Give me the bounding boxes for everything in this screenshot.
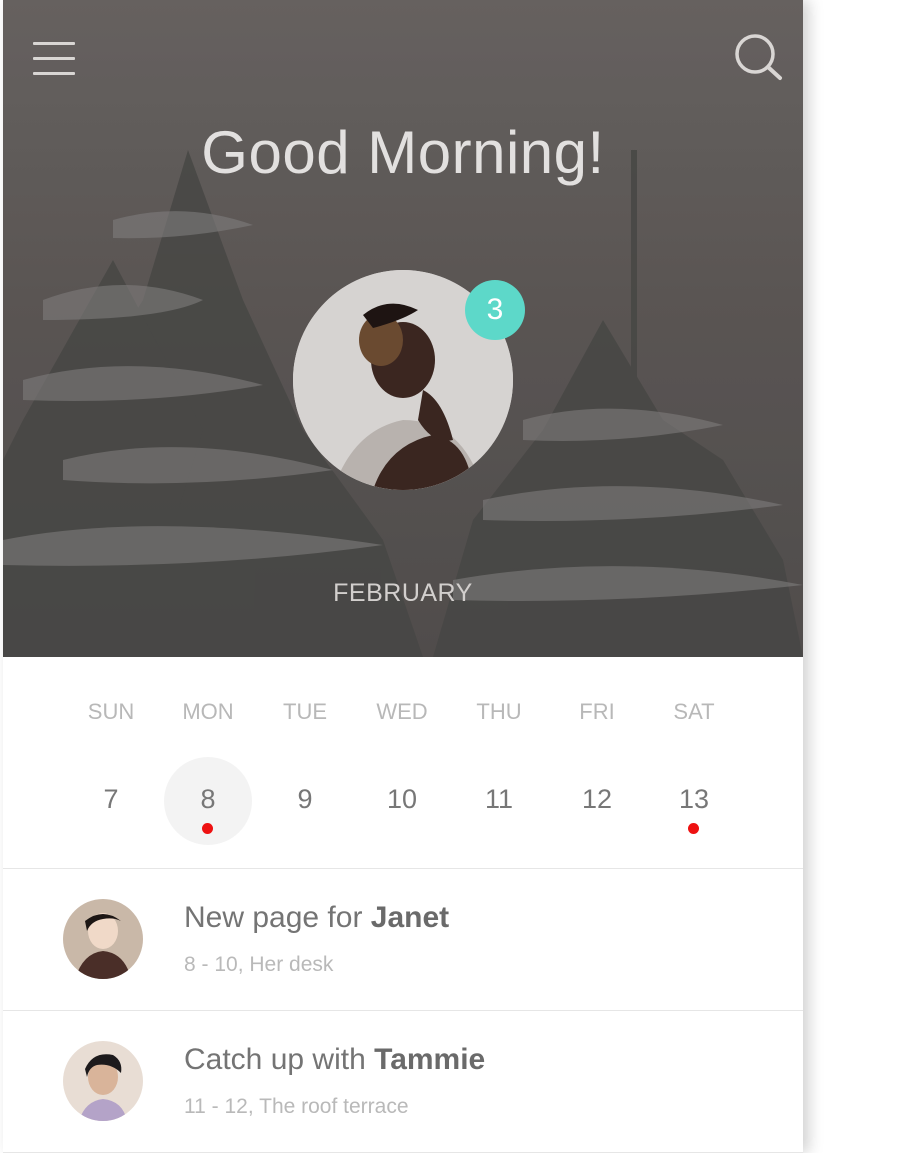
weekday-label-sun: SUN [87, 699, 135, 724]
calendar-day[interactable]: 12 [553, 757, 641, 845]
weekday-label-wed: WED [376, 699, 428, 724]
day-number: 8 [200, 784, 216, 814]
calendar-day[interactable]: 7 [67, 757, 155, 845]
weekday-label-thu: THU [476, 699, 522, 724]
event-title: Catch up with Tammie [184, 1043, 485, 1077]
month-label: FEBRUARY [333, 579, 473, 607]
event-title: New page for Janet [184, 901, 449, 935]
day-number: 13 [678, 784, 710, 814]
calendar-day[interactable]: 9 [261, 757, 349, 845]
weekday-label-tue: TUE [283, 699, 327, 724]
event-detail: 11 - 12, The roof terrace [184, 1095, 409, 1118]
event-list-item[interactable]: Catch up with Tammie 11 - 12, The roof t… [3, 1011, 803, 1152]
weekday-label-fri: FRI [579, 699, 615, 724]
event-title-prefix: New page for [184, 901, 371, 934]
day-number: 9 [297, 784, 313, 814]
calendar-day[interactable]: 11 [455, 757, 543, 845]
hamburger-menu-icon[interactable] [33, 40, 75, 76]
event-indicator-dot [688, 823, 699, 834]
app-screen: Good Morning! 3 FEBRUARY SUN MON TUE WED [3, 0, 803, 1153]
calendar-day[interactable]: 10 [358, 757, 446, 845]
event-title-prefix: Catch up with [184, 1043, 375, 1076]
search-icon[interactable] [733, 32, 783, 82]
weekday-label-sat: SAT [673, 699, 715, 724]
event-indicator-dot [202, 823, 213, 834]
weekday-label-mon: MON [182, 699, 234, 724]
event-avatar-tammie [63, 1041, 143, 1121]
day-number: 7 [103, 784, 119, 814]
event-avatar-janet [63, 899, 143, 979]
header-hero: Good Morning! 3 FEBRUARY [3, 0, 803, 657]
event-person-name: Janet [370, 901, 450, 934]
event-list-item[interactable]: New page for Janet 8 - 10, Her desk [3, 869, 803, 1010]
week-calendar: SUN MON TUE WED THU FRI SAT 7 8 9 10 11 … [3, 657, 803, 868]
event-person-name: Tammie [374, 1043, 486, 1076]
notification-badge[interactable]: 3 [465, 280, 525, 340]
profile-avatar[interactable]: 3 [293, 270, 525, 490]
day-number: 12 [581, 784, 613, 814]
day-number: 10 [386, 784, 418, 814]
day-number: 11 [484, 784, 514, 814]
event-detail: 8 - 10, Her desk [184, 953, 334, 976]
calendar-day-selected[interactable]: 8 [164, 757, 252, 845]
greeting-title: Good Morning! [201, 119, 605, 186]
calendar-day[interactable]: 13 [650, 757, 738, 845]
